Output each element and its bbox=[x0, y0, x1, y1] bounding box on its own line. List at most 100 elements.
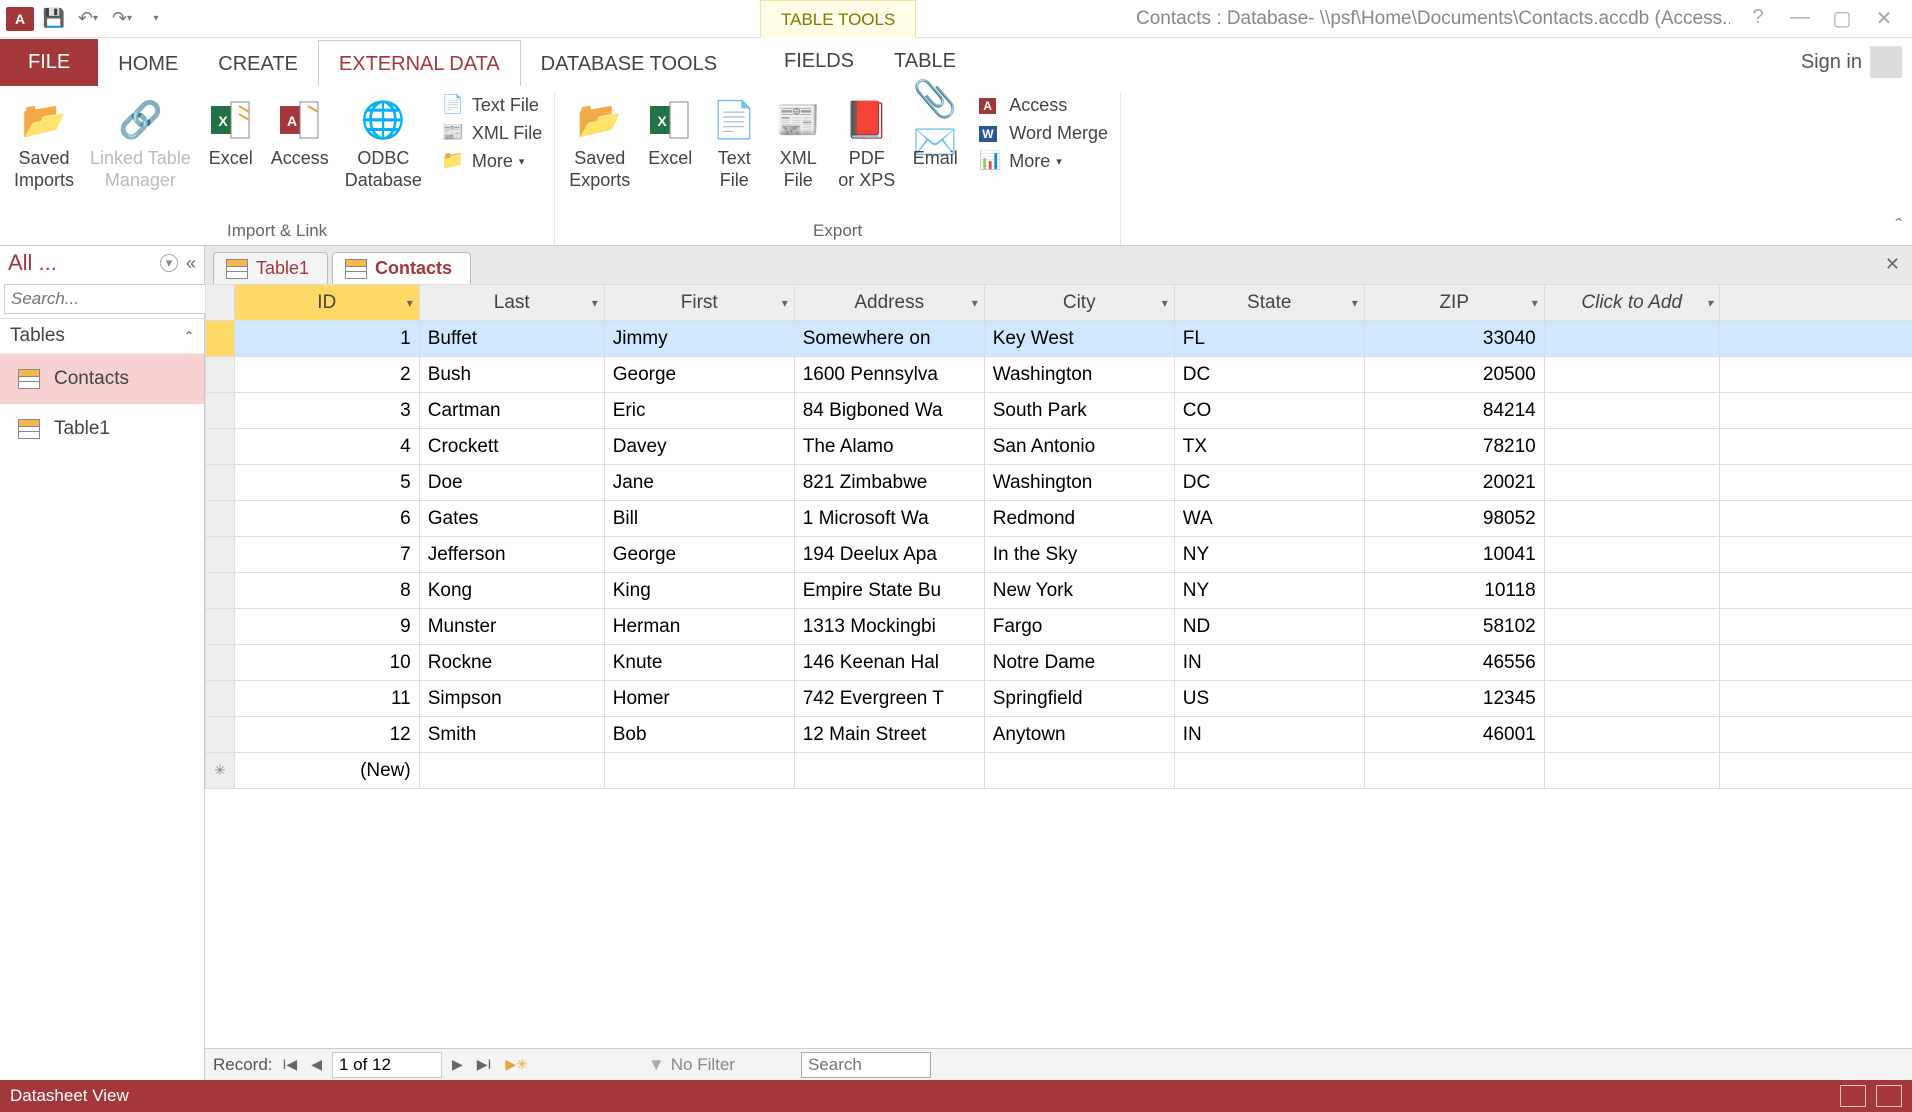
doc-tab-table1[interactable]: Table1 bbox=[213, 252, 328, 284]
export-pdf-xps-button[interactable]: 📕 PDF or XPS bbox=[832, 92, 901, 195]
datasheet-view-button[interactable] bbox=[1840, 1085, 1866, 1107]
export-xml-file-button[interactable]: 📰 XML File bbox=[768, 92, 828, 195]
cell-city[interactable]: Key West bbox=[984, 321, 1174, 357]
cell-empty[interactable] bbox=[1544, 645, 1719, 681]
cell-zip[interactable]: 20500 bbox=[1364, 357, 1544, 393]
cell-last[interactable]: Crockett bbox=[419, 429, 604, 465]
export-more-button[interactable]: 📊More ▾ bbox=[975, 148, 1112, 174]
cell-city[interactable]: Fargo bbox=[984, 609, 1174, 645]
tab-file[interactable]: FILE bbox=[0, 39, 98, 86]
nav-section-tables[interactable]: Tables ⌃ bbox=[0, 319, 204, 354]
cell-last[interactable]: Rockne bbox=[419, 645, 604, 681]
row-selector[interactable] bbox=[206, 501, 235, 537]
chevron-down-icon[interactable]: ▾ bbox=[782, 296, 788, 310]
cell-id[interactable]: 9 bbox=[234, 609, 419, 645]
import-xml-file-button[interactable]: 📰XML File bbox=[438, 120, 546, 146]
cell-first[interactable]: Bill bbox=[604, 501, 794, 537]
cell-address[interactable]: 1 Microsoft Wa bbox=[794, 501, 984, 537]
cell-last[interactable]: Buffet bbox=[419, 321, 604, 357]
cell-address[interactable]: 1600 Pennsylva bbox=[794, 357, 984, 393]
cell-empty[interactable] bbox=[1544, 393, 1719, 429]
datasheet-grid[interactable]: ID▾ Last▾ First▾ Address▾ City▾ State▾ Z… bbox=[205, 284, 1912, 1048]
save-icon[interactable]: 💾 bbox=[40, 5, 68, 33]
export-access-button[interactable]: AAccess bbox=[975, 92, 1112, 118]
nav-header[interactable]: All ... ▾ « bbox=[0, 246, 204, 280]
cell-zip[interactable]: 12345 bbox=[1364, 681, 1544, 717]
cell-zip[interactable]: 20021 bbox=[1364, 465, 1544, 501]
cell-state[interactable]: DC bbox=[1174, 465, 1364, 501]
cell-state[interactable]: IN bbox=[1174, 645, 1364, 681]
row-selector[interactable] bbox=[206, 645, 235, 681]
chevron-down-icon[interactable]: ▾ bbox=[592, 296, 598, 310]
cell-last[interactable]: Munster bbox=[419, 609, 604, 645]
cell-empty[interactable] bbox=[1544, 609, 1719, 645]
cell-first[interactable]: Jimmy bbox=[604, 321, 794, 357]
record-position-input[interactable] bbox=[332, 1052, 442, 1078]
last-record-icon[interactable]: ▶I bbox=[473, 1056, 496, 1073]
chevron-down-icon[interactable]: ▾ bbox=[407, 296, 413, 310]
row-selector[interactable] bbox=[206, 573, 235, 609]
cell-first[interactable]: Bob bbox=[604, 717, 794, 753]
tab-external-data[interactable]: EXTERNAL DATA bbox=[318, 40, 521, 86]
row-selector[interactable] bbox=[206, 429, 235, 465]
cell-zip[interactable]: 98052 bbox=[1364, 501, 1544, 537]
cell-new[interactable]: (New) bbox=[234, 753, 419, 789]
row-selector[interactable] bbox=[206, 537, 235, 573]
row-selector[interactable] bbox=[206, 717, 235, 753]
cell-id[interactable]: 2 bbox=[234, 357, 419, 393]
redo-icon[interactable]: ↷▾ bbox=[108, 5, 136, 33]
first-record-icon[interactable]: I◀ bbox=[279, 1056, 302, 1073]
cell-empty[interactable] bbox=[1544, 357, 1719, 393]
export-email-button[interactable]: 📎✉️ Email bbox=[905, 92, 965, 174]
export-excel-button[interactable]: X Excel bbox=[640, 92, 700, 174]
nav-item-table1[interactable]: Table1 bbox=[0, 404, 204, 454]
cell-state[interactable]: CO bbox=[1174, 393, 1364, 429]
cell-first[interactable]: George bbox=[604, 357, 794, 393]
cell-city[interactable]: Springfield bbox=[984, 681, 1174, 717]
cell-address[interactable]: Somewhere on bbox=[794, 321, 984, 357]
export-word-merge-button[interactable]: WWord Merge bbox=[975, 120, 1112, 146]
cell-address[interactable]: 84 Bigboned Wa bbox=[794, 393, 984, 429]
col-header-city[interactable]: City▾ bbox=[984, 285, 1174, 321]
cell-first[interactable]: King bbox=[604, 573, 794, 609]
col-header-last[interactable]: Last▾ bbox=[419, 285, 604, 321]
cell-id[interactable]: 7 bbox=[234, 537, 419, 573]
doc-tab-close-icon[interactable]: ✕ bbox=[1885, 254, 1900, 275]
chevron-down-icon[interactable]: ▾ bbox=[1532, 296, 1538, 310]
table-row[interactable]: 11SimpsonHomer742 Evergreen TSpringfield… bbox=[206, 681, 1912, 717]
table-row[interactable]: 9MunsterHerman1313 MockingbiFargoND58102 bbox=[206, 609, 1912, 645]
design-view-button[interactable] bbox=[1876, 1085, 1902, 1107]
cell-zip[interactable]: 84214 bbox=[1364, 393, 1544, 429]
cell-state[interactable]: NY bbox=[1174, 537, 1364, 573]
cell-first[interactable]: Herman bbox=[604, 609, 794, 645]
cell-state[interactable]: DC bbox=[1174, 357, 1364, 393]
chevron-down-icon[interactable]: ▾ bbox=[1352, 296, 1358, 310]
cell-id[interactable]: 4 bbox=[234, 429, 419, 465]
tab-fields[interactable]: FIELDS bbox=[764, 38, 874, 83]
cell-empty[interactable] bbox=[1544, 321, 1719, 357]
nav-item-contacts[interactable]: Contacts bbox=[0, 354, 204, 404]
no-filter-indicator[interactable]: ▼ No Filter bbox=[648, 1055, 735, 1075]
cell-address[interactable]: Empire State Bu bbox=[794, 573, 984, 609]
chevron-down-icon[interactable]: ▾ bbox=[972, 296, 978, 310]
import-text-file-button[interactable]: 📄Text File bbox=[438, 92, 546, 118]
cell-state[interactable]: FL bbox=[1174, 321, 1364, 357]
cell-id[interactable]: 12 bbox=[234, 717, 419, 753]
cell-empty[interactable] bbox=[1544, 573, 1719, 609]
col-header-id[interactable]: ID▾ bbox=[234, 285, 419, 321]
cell-first[interactable]: Eric bbox=[604, 393, 794, 429]
cell-last[interactable]: Kong bbox=[419, 573, 604, 609]
cell-empty[interactable] bbox=[1544, 717, 1719, 753]
col-header-click-to-add[interactable]: Click to Add▾ bbox=[1544, 285, 1719, 321]
maximize-icon[interactable]: ▢ bbox=[1828, 6, 1856, 31]
sign-in-label[interactable]: Sign in bbox=[1801, 51, 1862, 74]
cell-zip[interactable]: 78210 bbox=[1364, 429, 1544, 465]
import-access-button[interactable]: A Access bbox=[265, 92, 335, 174]
col-header-address[interactable]: Address▾ bbox=[794, 285, 984, 321]
cell-id[interactable]: 10 bbox=[234, 645, 419, 681]
cell-city[interactable]: San Antonio bbox=[984, 429, 1174, 465]
new-row[interactable]: ✳(New) bbox=[206, 753, 1912, 789]
next-record-icon[interactable]: ▶ bbox=[448, 1056, 467, 1073]
chevron-down-icon[interactable]: ▾ bbox=[1162, 296, 1168, 310]
tab-database-tools[interactable]: DATABASE TOOLS bbox=[521, 41, 737, 86]
